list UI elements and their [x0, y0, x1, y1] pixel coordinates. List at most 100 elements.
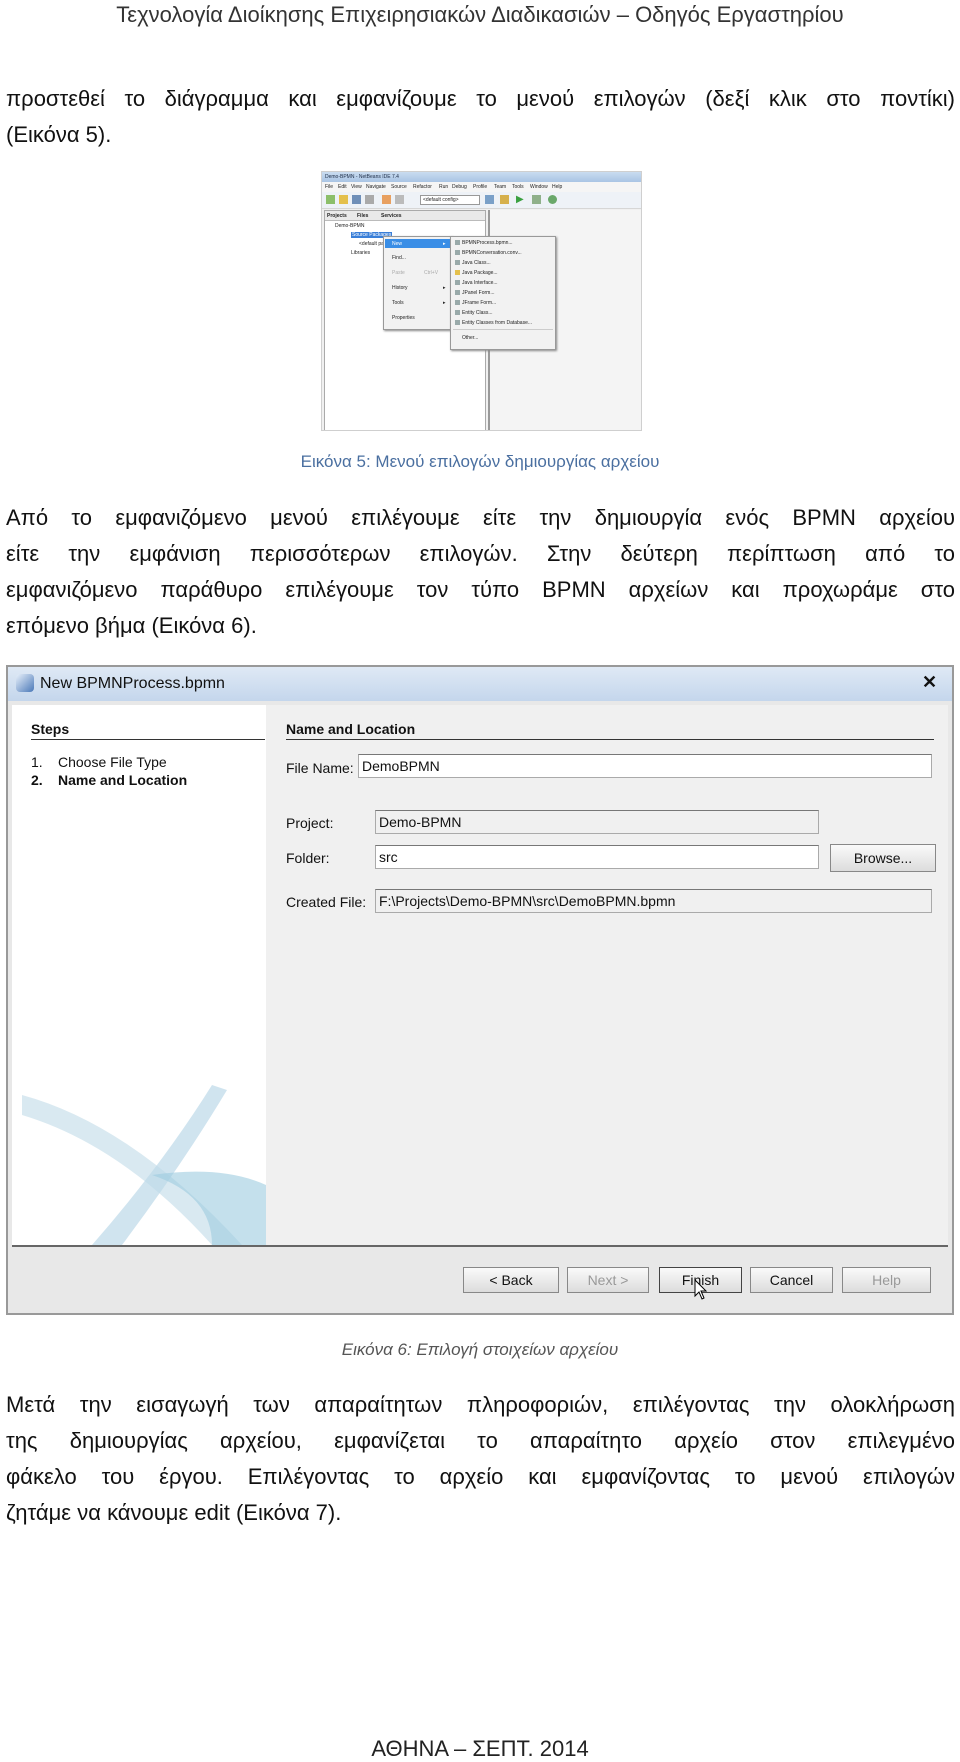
ide-toolbar: <default config> ▶: [322, 192, 641, 209]
menu-item-new: New: [392, 241, 403, 247]
menu-debug: Debug: [452, 184, 467, 190]
bpmn-file-icon: [455, 240, 460, 246]
new-submenu: BPMNProcess.bpmn... BPMNConversation.con…: [450, 236, 556, 350]
figure-5-screenshot: Demo-BPMN - NetBeans IDE 7.4 File Edit V…: [321, 171, 642, 431]
menu-refactor: Refactor: [413, 184, 432, 190]
tree-project: Demo-BPMN: [335, 223, 365, 229]
submenu-item-other: Other...: [462, 335, 479, 341]
dialog-title-bar: New BPMNProcess.bpmn ✕: [8, 667, 952, 701]
step-name-and-location: Name and Location: [58, 772, 188, 788]
submenu-item: JFrame Form...: [455, 300, 496, 306]
tab-projects: Projects: [327, 213, 347, 219]
save-all-icon: [365, 195, 374, 204]
step-choose-file-type: Choose File Type: [58, 754, 167, 770]
folder-input[interactable]: src: [375, 845, 819, 869]
project-label: Project:: [286, 815, 334, 831]
menu-edit: Edit: [338, 184, 347, 190]
file-name-input[interactable]: DemoBPMN: [358, 754, 932, 778]
context-menu: New ▸ Find... Paste Ctrl+V History ▸ Too…: [383, 236, 452, 330]
java-interface-icon: [455, 280, 460, 286]
steps-pane: Steps 1. Choose File Type 2. Name and Lo…: [12, 705, 266, 1245]
steps-heading: Steps: [31, 721, 70, 737]
menu-profile: Profile: [473, 184, 488, 190]
netbeans-cube-icon: [16, 674, 34, 692]
redo-icon: [395, 195, 404, 204]
menu-file: File: [325, 184, 334, 190]
debug-icon: [532, 195, 541, 204]
submenu-item: Java Class...: [455, 260, 491, 266]
profile-icon: [548, 195, 557, 204]
submenu-arrow-icon: ▸: [443, 285, 446, 291]
text-line: προστεθεί το διάγραμμα και εμφανίζουμε τ…: [6, 86, 955, 111]
menu-item-paste: Paste: [392, 270, 405, 276]
folder-label: Folder:: [286, 850, 330, 866]
jframe-form-icon: [455, 300, 460, 306]
mouse-cursor-icon: [694, 1279, 708, 1300]
clean-build-icon: [500, 195, 509, 204]
ide-menubar: File Edit View Navigate Source Refactor …: [322, 182, 641, 192]
name-location-pane: Name and Location File Name: DemoBPMN Pr…: [266, 705, 948, 1245]
back-button[interactable]: < Back: [463, 1267, 559, 1293]
menu-view: View: [351, 184, 362, 190]
save-icon: [352, 195, 361, 204]
run-icon: ▶: [516, 194, 524, 205]
menu-navigate: Navigate: [366, 184, 386, 190]
text-line: της δημιουργίας αρχείου, εμφανίζεται το …: [6, 1428, 955, 1453]
text-line: επόμενο βήμα (Εικόνα 6).: [6, 613, 257, 638]
submenu-arrow-icon: ▸: [443, 300, 446, 306]
text-line: ζητάμε να κάνουμε edit (Εικόνα 7).: [6, 1500, 342, 1525]
paste-shortcut: Ctrl+V: [424, 270, 439, 276]
submenu-item: Entity Classes from Database...: [455, 320, 532, 326]
next-button[interactable]: Next >: [567, 1267, 649, 1293]
undo-icon: [382, 195, 391, 204]
submenu-item: Java Interface...: [455, 280, 498, 286]
wizard-swoosh-graphic: [22, 1085, 266, 1245]
menu-item-properties: Properties: [392, 315, 415, 321]
browse-button[interactable]: Browse...: [830, 844, 936, 872]
ide-title-bar: Demo-BPMN - NetBeans IDE 7.4: [322, 172, 641, 182]
menu-run: Run: [439, 184, 449, 190]
text-line: Από το εμφανιζόμενο μενού επιλέγουμε είτ…: [6, 505, 955, 530]
page-header: Τεχνολογία Διοίκησης Επιχειρησιακών Διαδ…: [116, 2, 844, 27]
submenu-item: Entity Class...: [455, 310, 493, 316]
project-field: Demo-BPMN: [375, 810, 819, 834]
step-number: 1.: [31, 754, 43, 770]
help-button[interactable]: Help: [842, 1267, 931, 1293]
dialog-title: New BPMNProcess.bpmn: [40, 675, 225, 692]
menu-item-history: History: [392, 285, 408, 291]
build-icon: [485, 195, 494, 204]
page-footer: ΑΘΗΝΑ – ΣΕΠΤ. 2014: [371, 1736, 589, 1761]
jpanel-form-icon: [455, 290, 460, 296]
tree-libraries: Libraries: [351, 250, 371, 256]
submenu-arrow-icon: ▸: [443, 241, 446, 247]
tab-files: Files: [357, 213, 369, 219]
menu-help: Help: [552, 184, 563, 190]
java-class-icon: [455, 260, 460, 266]
section-heading: Name and Location: [286, 721, 416, 737]
text-line: φάκελο του έργου. Επιλέγοντας το αρχείο …: [6, 1464, 955, 1489]
menu-source: Source: [391, 184, 407, 190]
submenu-item: BPMNProcess.bpmn...: [455, 240, 513, 246]
new-project-icon: [326, 195, 335, 204]
menu-tools: Tools: [512, 184, 524, 190]
submenu-item: JPanel Form...: [455, 290, 495, 296]
java-package-icon: [455, 270, 460, 276]
menu-item-find: Find...: [392, 255, 406, 261]
close-icon[interactable]: ✕: [922, 672, 937, 693]
file-name-label: File Name:: [286, 760, 354, 776]
tab-services: Services: [381, 213, 402, 219]
figure-5-caption: Εικόνα 5: Μενού επιλογών δημιουργίας αρχ…: [300, 452, 660, 471]
open-project-icon: [339, 195, 348, 204]
entity-db-icon: [455, 320, 460, 326]
menu-item-tools: Tools: [392, 300, 404, 306]
cancel-button[interactable]: Cancel: [750, 1267, 833, 1293]
created-file-field: F:\Projects\Demo-BPMN\src\DemoBPMN.bpmn: [375, 889, 932, 913]
new-file-dialog: New BPMNProcess.bpmn ✕ Steps 1. Choose F…: [6, 665, 954, 1315]
ide-window-title: Demo-BPMN - NetBeans IDE 7.4: [325, 174, 399, 180]
text-line: εμφανιζόμενο παράθυρο επιλέγουμε τον τύπ…: [6, 577, 955, 602]
config-combo: <default config>: [420, 195, 480, 205]
created-file-label: Created File:: [286, 894, 367, 910]
text-line: Μετά την εισαγωγή των απαραίτητων πληροφ…: [6, 1392, 955, 1417]
entity-class-icon: [455, 310, 460, 316]
bpmn-conversation-icon: [455, 250, 460, 256]
